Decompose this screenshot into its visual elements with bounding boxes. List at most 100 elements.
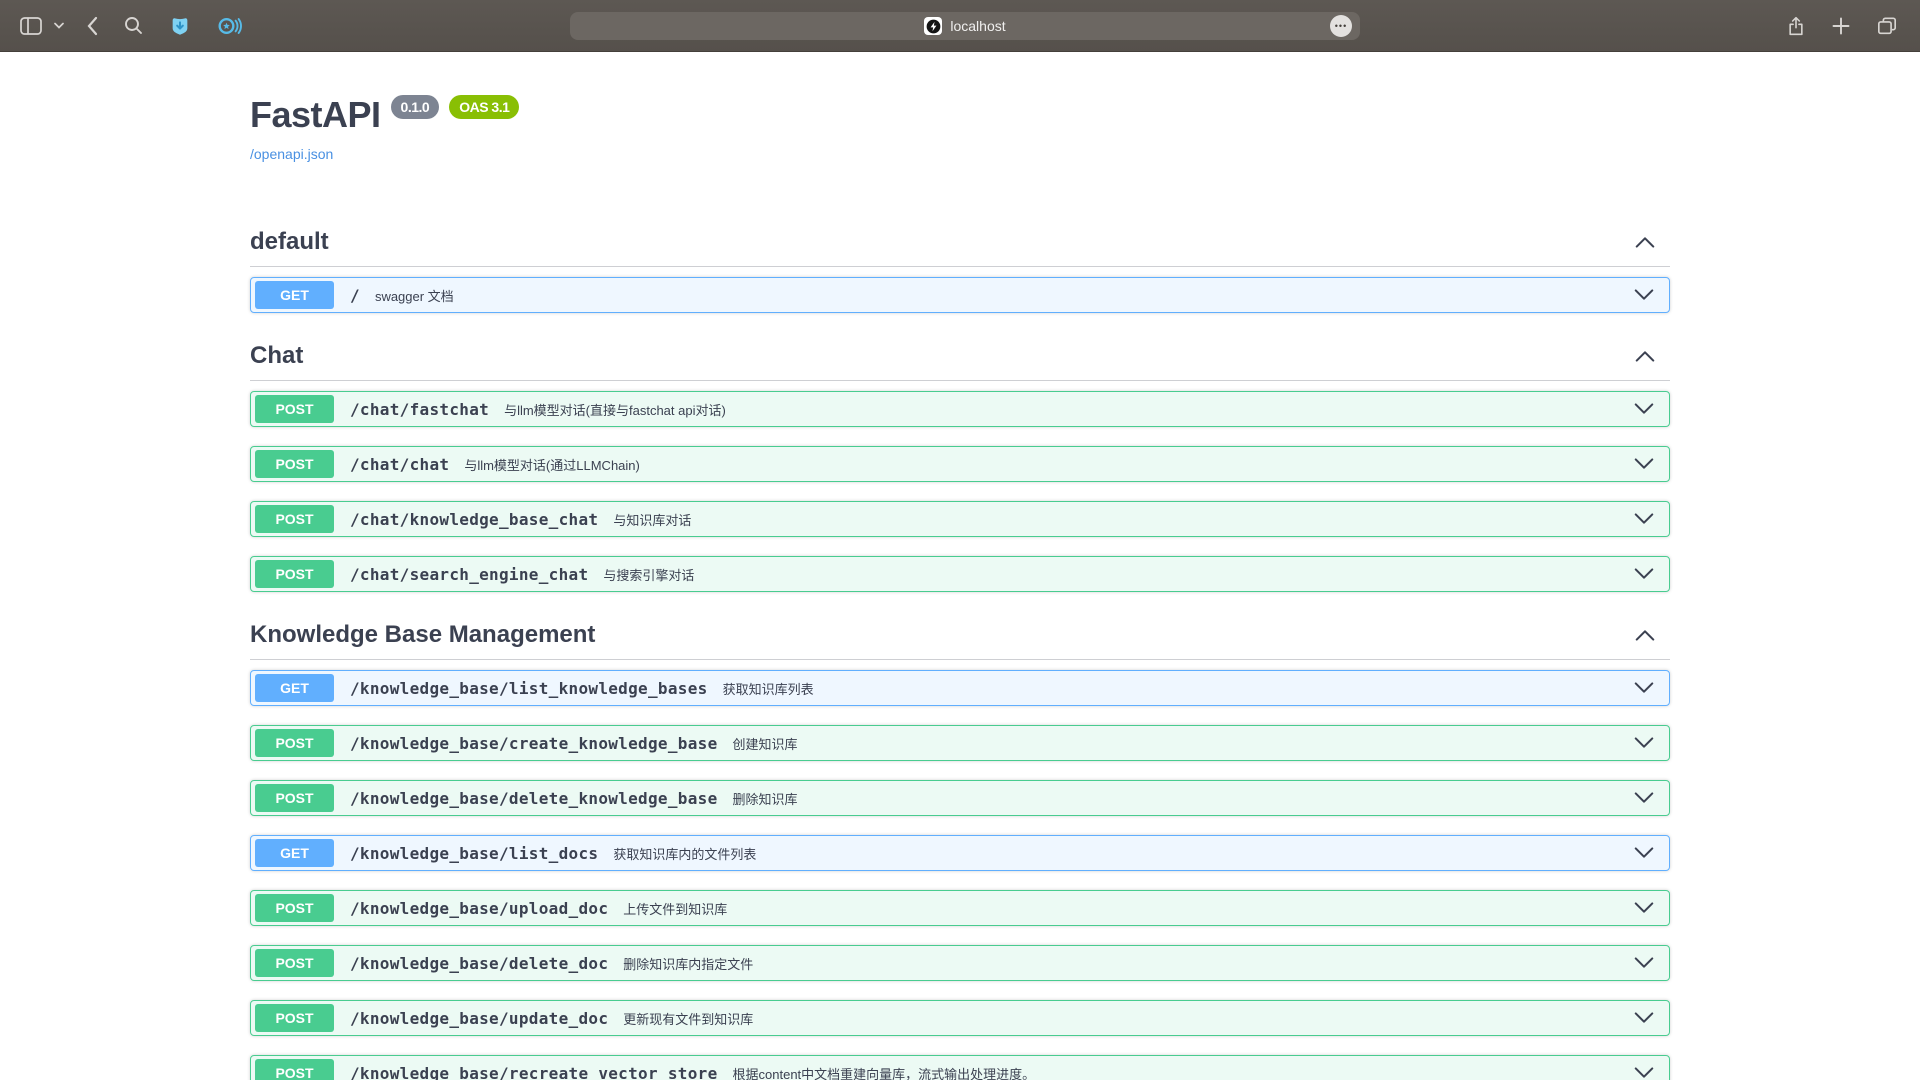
- search-icon: [124, 16, 143, 35]
- method-badge: POST: [255, 1059, 334, 1080]
- endpoint-row[interactable]: GET/swagger 文档: [250, 277, 1670, 313]
- endpoint-row[interactable]: POST/chat/chat 与llm模型对话(通过LLMChain): [250, 446, 1670, 482]
- chevron-down-icon: [1633, 287, 1655, 303]
- endpoint-row[interactable]: POST/knowledge_base/recreate_vector_stor…: [250, 1055, 1670, 1080]
- endpoint-description: 创建知识库: [733, 734, 798, 753]
- endpoint-path: /knowledge_base/upload_doc: [350, 899, 608, 918]
- endpoint-path: /chat/search_engine_chat: [350, 565, 588, 584]
- endpoint-row[interactable]: POST/knowledge_base/create_knowledge_bas…: [250, 725, 1670, 761]
- chevron-up-icon: [1634, 348, 1656, 364]
- sidebar-menu-button[interactable]: [50, 8, 68, 44]
- new-tab-button[interactable]: [1824, 8, 1858, 44]
- section-header-knowledge-base-management[interactable]: Knowledge Base Management: [250, 611, 1670, 660]
- chevron-down-icon: [1633, 790, 1655, 806]
- plus-icon: [1832, 17, 1850, 35]
- section-collapse-button[interactable]: [1634, 627, 1656, 643]
- search-button[interactable]: [116, 8, 151, 44]
- sidebar-toggle-button[interactable]: [12, 8, 50, 44]
- endpoint-list: POST/chat/fastchat与llm模型对话(直接与fastchat a…: [250, 381, 1670, 592]
- method-badge: POST: [255, 894, 334, 922]
- endpoint-path: /knowledge_base/list_knowledge_bases: [350, 679, 708, 698]
- endpoint-description: 更新现有文件到知识库: [623, 1009, 753, 1028]
- endpoint-path: /chat/chat: [350, 455, 449, 474]
- api-section-default: defaultGET/swagger 文档: [250, 218, 1670, 313]
- endpoint-row[interactable]: POST/chat/search_engine_chat与搜索引擎对话: [250, 556, 1670, 592]
- chevron-up-icon: [1634, 627, 1656, 643]
- endpoint-row[interactable]: POST/knowledge_base/upload_doc 上传文件到知识库: [250, 890, 1670, 926]
- endpoint-description: 与知识库对话: [613, 510, 691, 529]
- endpoint-path: /knowledge_base/list_docs: [350, 844, 598, 863]
- endpoint-row[interactable]: POST/knowledge_base/delete_knowledge_bas…: [250, 780, 1670, 816]
- share-button[interactable]: [1778, 8, 1814, 44]
- focus-circles-extension-button[interactable]: [209, 8, 251, 44]
- method-badge: POST: [255, 784, 334, 812]
- chevron-down-icon: [1633, 1010, 1655, 1026]
- method-badge: POST: [255, 450, 334, 478]
- site-favicon-icon: [924, 17, 942, 35]
- endpoint-row[interactable]: POST/knowledge_base/delete_doc删除知识库内指定文件: [250, 945, 1670, 981]
- section-title: Chat: [250, 342, 303, 370]
- endpoint-description: swagger 文档: [375, 286, 454, 305]
- page-settings-button[interactable]: •••: [1330, 15, 1352, 37]
- method-badge: GET: [255, 839, 334, 867]
- section-header-default[interactable]: default: [250, 218, 1670, 267]
- endpoint-description: 上传文件到知识库: [623, 899, 727, 918]
- endpoint-list: GET/swagger 文档: [250, 267, 1670, 313]
- endpoint-row[interactable]: POST/chat/knowledge_base_chat与知识库对话: [250, 501, 1670, 537]
- endpoint-description: 根据content中文档重建向量库，流式输出处理进度。: [733, 1064, 1036, 1080]
- method-badge: POST: [255, 949, 334, 977]
- endpoint-row[interactable]: POST/knowledge_base/update_doc 更新现有文件到知识库: [250, 1000, 1670, 1036]
- chevron-down-icon: [1633, 456, 1655, 472]
- swagger-page: FastAPI 0.1.0 OAS 3.1 /openapi.json defaul…: [0, 52, 1920, 1080]
- openapi-json-link[interactable]: /openapi.json: [250, 146, 333, 162]
- chevron-down-icon: [1633, 566, 1655, 582]
- chevron-down-icon: [1633, 900, 1655, 916]
- endpoint-path: /chat/fastchat: [350, 400, 489, 419]
- endpoint-description: 与llm模型对话(通过LLMChain): [464, 455, 640, 474]
- back-button[interactable]: [78, 8, 106, 44]
- section-header-chat[interactable]: Chat: [250, 332, 1670, 381]
- endpoint-path: /knowledge_base/create_knowledge_base: [350, 734, 718, 753]
- endpoint-description: 获取知识库内的文件列表: [613, 844, 756, 863]
- section-collapse-button[interactable]: [1634, 234, 1656, 250]
- chevron-down-icon: [54, 22, 64, 29]
- url-text: localhost: [950, 18, 1005, 34]
- circles-star-icon: [217, 15, 243, 37]
- endpoint-path: /: [350, 286, 360, 305]
- endpoint-path: /knowledge_base/update_doc: [350, 1009, 608, 1028]
- toolbar-left-group: [12, 8, 251, 44]
- chevron-down-icon: [1633, 955, 1655, 971]
- toolbar-right-group: [1778, 8, 1906, 44]
- api-info-block: FastAPI 0.1.0 OAS 3.1 /openapi.json: [250, 52, 1670, 164]
- content-blocker-extension-button[interactable]: [161, 8, 199, 44]
- chevron-left-icon: [86, 16, 98, 36]
- chevron-down-icon: [1633, 845, 1655, 861]
- endpoint-row[interactable]: GET/knowledge_base/list_docs 获取知识库内的文件列表: [250, 835, 1670, 871]
- chevron-down-icon: [1633, 735, 1655, 751]
- oas-badge: OAS 3.1: [449, 95, 519, 119]
- tabs-icon: [1876, 16, 1898, 36]
- endpoint-row[interactable]: GET/knowledge_base/list_knowledge_bases 获…: [250, 670, 1670, 706]
- chevron-down-icon: [1633, 1065, 1655, 1080]
- page-title: FastAPI 0.1.0 OAS 3.1: [250, 94, 1670, 136]
- tab-overview-button[interactable]: [1868, 8, 1906, 44]
- method-badge: POST: [255, 560, 334, 588]
- api-sections: default GET / swagger 文档 Chat POST/chat/fastc…: [250, 218, 1670, 1080]
- method-badge: POST: [255, 1004, 334, 1032]
- method-badge: POST: [255, 395, 334, 423]
- chevron-down-icon: [1633, 680, 1655, 696]
- api-title-text: FastAPI: [250, 94, 381, 135]
- chevron-down-icon: [1633, 511, 1655, 527]
- version-badge: 0.1.0: [391, 95, 440, 119]
- endpoint-row[interactable]: POST/chat/fastchat与llm模型对话(直接与fastchat a…: [250, 391, 1670, 427]
- shield-arrow-icon: [169, 15, 191, 37]
- section-collapse-button[interactable]: [1634, 348, 1656, 364]
- endpoint-path: /knowledge_base/delete_knowledge_base: [350, 789, 718, 808]
- chevron-up-icon: [1634, 234, 1656, 250]
- api-section-knowledge-base-management: Knowledge Base Management GET/knowledge_b…: [250, 611, 1670, 1080]
- endpoint-description: 获取知识库列表: [723, 679, 814, 698]
- browser-window: localhost •••: [0, 0, 1920, 1080]
- method-badge: GET: [255, 674, 334, 702]
- address-bar[interactable]: localhost •••: [570, 12, 1360, 40]
- sidebar-icon: [20, 17, 42, 35]
